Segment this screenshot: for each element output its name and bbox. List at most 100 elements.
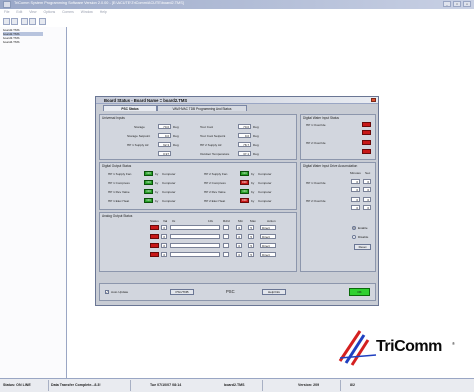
status-separator [340, 380, 341, 391]
disable-radio[interactable] [352, 235, 356, 239]
analog-value: 0 [161, 243, 167, 248]
seconds-field: 0 [363, 205, 371, 210]
by-label: by [251, 172, 255, 176]
rdd-field[interactable] [223, 252, 229, 257]
min-field[interactable]: 0 [236, 243, 242, 248]
col-header: 10x [208, 219, 213, 223]
output-state-indicator[interactable]: ON [144, 180, 153, 185]
output-label: HP 2 Supply Fan [204, 172, 228, 176]
col-header: Min [238, 219, 243, 223]
min-field[interactable]: 0 [236, 234, 242, 239]
rdd-field[interactable] [223, 243, 229, 248]
menu-view[interactable]: View [29, 10, 36, 14]
col-header: Max [250, 219, 256, 223]
control-source: Computer [162, 172, 176, 176]
max-field[interactable]: 5 [248, 243, 254, 248]
analog-bar [170, 252, 220, 257]
menu-edit[interactable]: Edit [16, 10, 22, 14]
max-field[interactable]: 5 [248, 225, 254, 230]
output-state-indicator[interactable]: OFF [240, 180, 249, 185]
output-state-indicator[interactable]: ON [144, 189, 153, 194]
by-label: by [155, 190, 159, 194]
action-select[interactable]: Direct [260, 225, 276, 230]
tab-psc-status[interactable]: PSC Status [103, 105, 157, 111]
minutes-field: 0 [351, 179, 360, 184]
unit-label: Deg [253, 152, 259, 156]
output-label: HP 1 Compress [108, 181, 130, 185]
logo-mark-icon [338, 330, 377, 366]
rdd-field[interactable] [223, 234, 229, 239]
menu-comms[interactable]: Comms [62, 10, 74, 14]
input-label: HP 1 Supply Air [127, 143, 149, 147]
save-icon[interactable] [21, 18, 28, 25]
file-tree-panel: board2.TMS board2.TMS board3.TMS board4.… [0, 27, 67, 378]
menu-bar: File Edit View Options Comms Window Help [0, 9, 474, 17]
by-label: by [155, 199, 159, 203]
open-icon[interactable] [11, 18, 18, 25]
tab-vav-hvac[interactable]: VAV/HVAC TDB Programming And Status [157, 105, 247, 111]
output-state-indicator[interactable]: ON [144, 171, 153, 176]
output-label: HP 2 Compress [204, 181, 226, 185]
action-select[interactable]: Direct [260, 234, 276, 239]
min-field[interactable]: 0 [236, 225, 242, 230]
max-field[interactable]: 5 [248, 252, 254, 257]
action-select[interactable]: Direct [260, 252, 276, 257]
menu-help[interactable]: Help [100, 10, 107, 14]
reset-button[interactable]: Reset [354, 244, 371, 250]
control-source: Computer [258, 181, 272, 185]
maximize-button[interactable]: □ [453, 1, 461, 7]
control-source: Computer [258, 199, 272, 203]
print-icon[interactable] [29, 18, 36, 25]
toolbar [0, 17, 60, 27]
control-source: Computer [162, 199, 176, 203]
control-source: Computer [162, 190, 176, 194]
output-state-indicator[interactable]: OFF [240, 198, 249, 203]
menu-window[interactable]: Window [81, 10, 93, 14]
dialog-close-icon[interactable] [371, 98, 376, 102]
output-state-indicator[interactable]: ON [240, 189, 249, 194]
analog-bar [170, 225, 220, 230]
psc-label: PSC [226, 289, 235, 294]
new-icon[interactable] [3, 18, 10, 25]
minimize-button[interactable]: _ [443, 1, 451, 7]
psc-tdb-button[interactable]: PSC/TDB [170, 289, 194, 295]
auto-update-checkbox[interactable]: ✓ [105, 290, 109, 294]
col-header: Rd/d [223, 219, 230, 223]
unit-label: Deg [253, 143, 259, 147]
col-header: Status [150, 219, 159, 223]
status-bar: Status: ON LINE Data Transfer Complete..… [0, 378, 474, 392]
minutes-field: 0 [351, 187, 360, 192]
analog-bar [170, 234, 220, 239]
output-state-indicator[interactable]: ON [144, 198, 153, 203]
max-field[interactable]: 5 [248, 234, 254, 239]
tree-item[interactable]: board4.TMS [3, 40, 43, 44]
unit-label: Deg [173, 134, 179, 138]
min-field[interactable]: 0 [236, 252, 242, 257]
enable-radio[interactable] [352, 226, 356, 230]
unit-label: Deg [173, 125, 179, 129]
auto-update-label: Auto Update [111, 290, 129, 294]
status-separator [130, 380, 131, 391]
input-value: 92.3 [158, 142, 171, 147]
control-source: Computer [258, 172, 272, 176]
menu-options[interactable]: Options [43, 10, 55, 14]
board-status-dialog: Board Status - Board Name = board2.TMS P… [95, 96, 379, 306]
title-bar: TriComm System Programming Software Vers… [0, 0, 474, 9]
connect-icon[interactable] [39, 18, 46, 25]
output-state-indicator[interactable]: ON [240, 171, 249, 176]
input-value: 37.1 [238, 151, 251, 156]
help-info-button[interactable]: Help/Info [262, 289, 286, 295]
ok-button[interactable]: OK [349, 288, 370, 296]
menu-file[interactable]: File [4, 10, 9, 14]
by-label: by [251, 181, 255, 185]
dialog-footer: ✓ Auto Update PSC/TDB PSC Help/Info OK [99, 283, 376, 301]
group-title: Universal Inputs [102, 115, 125, 120]
analog-value: 0 [161, 225, 167, 230]
action-select[interactable]: Direct [260, 243, 276, 248]
enable-label: Enable [358, 226, 368, 230]
group-title: Digital Water Input Drive Accumulation [303, 163, 358, 168]
analog-value: 0 [161, 234, 167, 239]
accum-label: HP 2 Override [306, 199, 326, 203]
close-button[interactable]: x [463, 1, 471, 7]
rdd-field[interactable] [223, 225, 229, 230]
